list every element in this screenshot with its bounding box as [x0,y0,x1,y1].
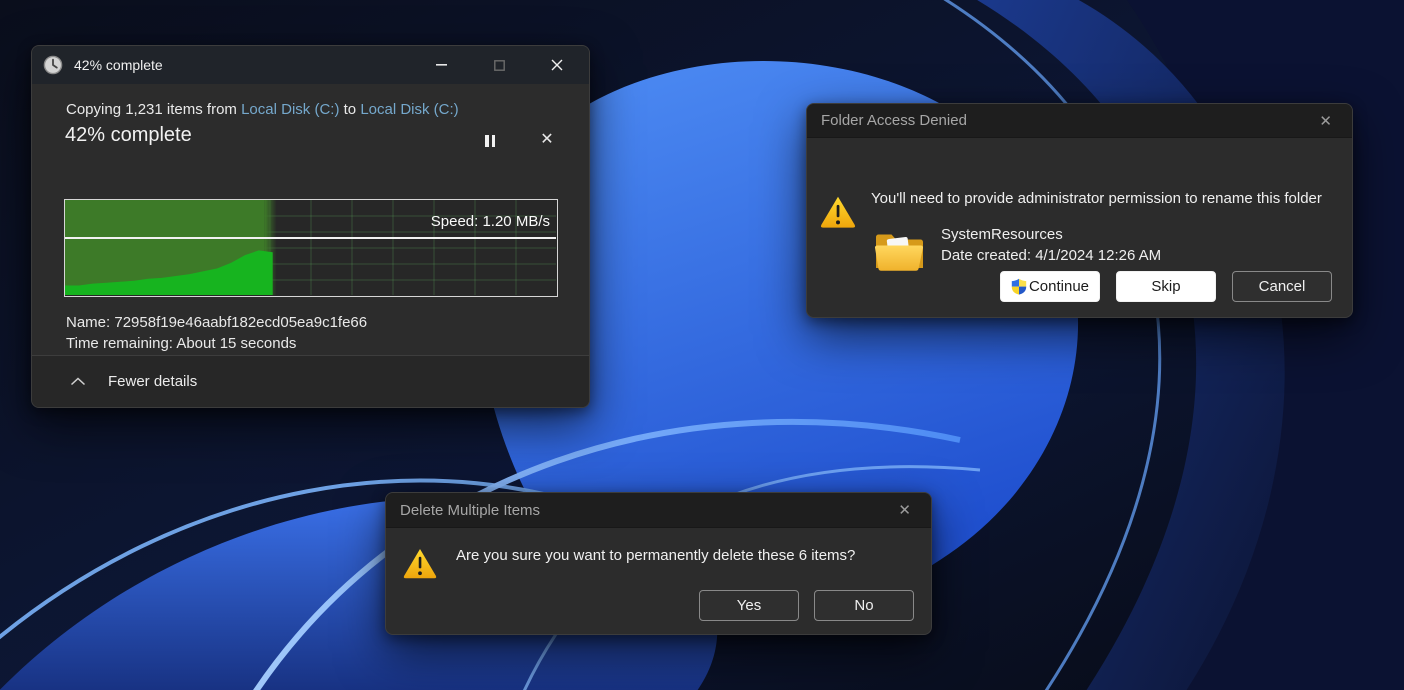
close-icon[interactable]: ✕ [1313,110,1338,132]
speed-label: Speed: 1.20 MB/s [431,213,550,230]
continue-label: Continue [1029,278,1089,295]
cancel-label: Cancel [1259,278,1306,295]
skip-label: Skip [1151,278,1180,295]
destination-disk-label: Local Disk (C:) [360,101,458,118]
permission-message: You'll need to provide administrator per… [871,190,1322,207]
yes-label: Yes [737,597,761,614]
fewer-details-toggle[interactable]: Fewer details [32,355,589,407]
folder-access-denied-window: Folder Access Denied ✕ You'll need to pr… [806,103,1353,318]
folder-icon [873,227,925,273]
file-operation-clock-icon [43,55,63,75]
copying-connector: to [344,101,357,118]
delete-dialog-buttons: Yes No [699,590,914,621]
copy-progress-window: 42% complete Copying 1,231 items from Lo… [31,45,590,408]
folder-dialog-titlebar[interactable]: Folder Access Denied ✕ [807,104,1352,138]
folder-dialog-buttons: Continue Skip Cancel [1000,271,1332,302]
source-disk-label: Local Disk (C:) [241,101,339,118]
folder-dialog-body: You'll need to provide administrator per… [807,138,1352,317]
skip-button[interactable]: Skip [1116,271,1216,302]
copy-window-titlebar[interactable]: 42% complete [32,46,589,84]
yes-button[interactable]: Yes [699,590,799,621]
uac-shield-icon [1011,278,1027,295]
dialog-title: Delete Multiple Items [400,502,892,519]
close-icon[interactable]: ✕ [892,499,917,521]
no-button[interactable]: No [814,590,914,621]
minimize-icon[interactable] [426,53,456,77]
progress-percent-heading: 42% complete [65,124,192,147]
speed-graph: Speed: 1.20 MB/s [64,199,558,297]
detail-row-time: Time remaining: About 15 seconds [66,333,367,354]
copy-window-body: Copying 1,231 items from Local Disk (C:)… [32,84,589,357]
warning-triangle-icon [819,194,857,229]
dialog-title: Folder Access Denied [821,112,1313,129]
cancel-copy-icon[interactable]: ✕ [537,129,557,149]
pause-icon[interactable] [480,133,500,149]
window-controls [426,53,572,77]
window-title: 42% complete [74,57,426,73]
no-label: No [854,597,873,614]
chevron-up-icon [70,377,86,386]
copying-prefix: Copying 1,231 items from [66,101,237,118]
continue-button[interactable]: Continue [1000,271,1100,302]
copying-summary: Copying 1,231 items from Local Disk (C:)… [66,101,459,118]
folder-date-created: Date created: 4/1/2024 12:26 AM [941,247,1161,264]
delete-dialog-body: Are you sure you want to permanently del… [386,528,931,634]
warning-triangle-icon [402,546,438,580]
close-icon[interactable] [542,53,572,77]
delete-multiple-items-window: Delete Multiple Items ✕ Are you sure you… [385,492,932,635]
fewer-details-label: Fewer details [108,373,197,390]
delete-dialog-titlebar[interactable]: Delete Multiple Items ✕ [386,493,931,528]
delete-confirmation-message: Are you sure you want to permanently del… [456,547,855,564]
cancel-button[interactable]: Cancel [1232,271,1332,302]
desktop: 42% complete Copying 1,231 items from Lo… [0,0,1404,690]
folder-name: SystemResources [941,226,1063,243]
maximize-icon[interactable] [484,53,514,77]
detail-row-name: Name: 72958f19e46aabf182ecd05ea9c1fe66 [66,312,367,333]
